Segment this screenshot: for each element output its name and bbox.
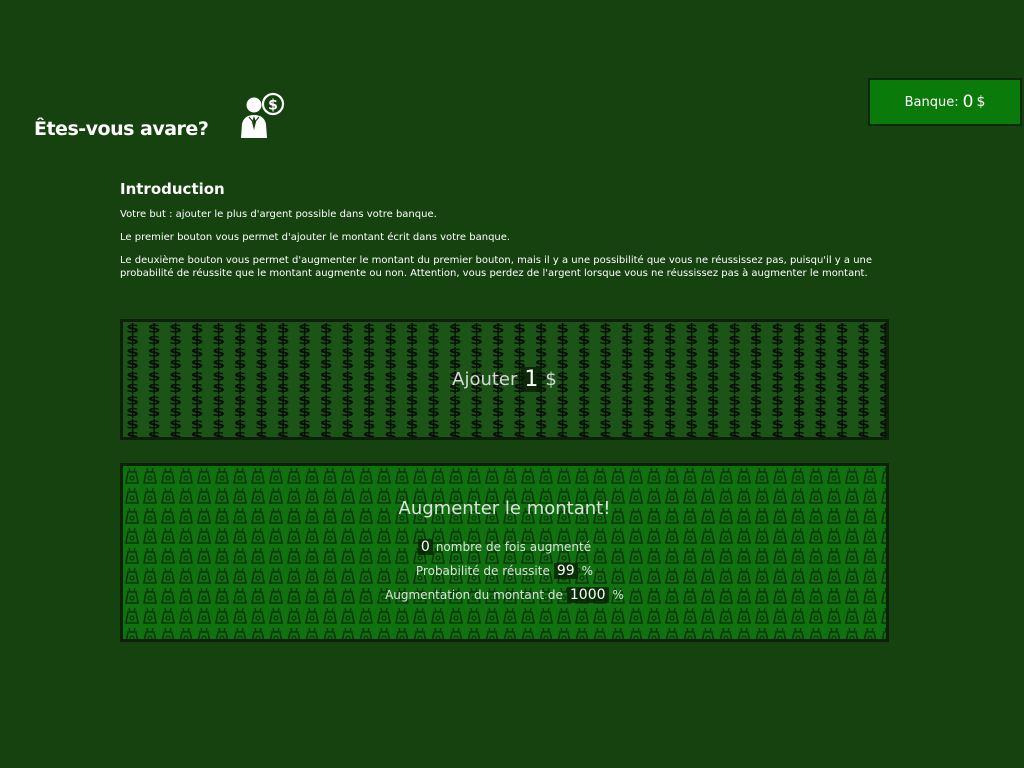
intro-heading: Introduction: [120, 180, 225, 198]
page: Banque: 0 $ Êtes-vous avare? $ Introduct…: [0, 0, 1024, 768]
success-probability-label: Probabilité de réussite: [415, 564, 550, 578]
add-money-prefix: Ajouter: [452, 369, 518, 390]
increase-amount-button[interactable]: Augmenter le montant! 0 nombre de fois a…: [120, 463, 889, 642]
add-money-amount: 1: [521, 367, 542, 392]
increase-percentage-suffix: %: [612, 588, 624, 602]
increase-percentage-value: 1000: [566, 587, 609, 603]
svg-text:$: $: [268, 98, 278, 114]
success-probability-value: 99: [553, 563, 578, 579]
add-money-label: Ajouter 1 $: [452, 367, 557, 392]
intro-section: Introduction Votre but : ajouter le plus…: [120, 180, 900, 290]
bank-label: Banque:: [904, 94, 959, 110]
success-probability-suffix: %: [581, 564, 594, 578]
person-dollar-icon: $: [241, 92, 285, 138]
times-increased-count: 0: [417, 539, 433, 555]
bank-display: Banque: 0 $: [868, 78, 1022, 126]
bank-amount: 0: [962, 92, 974, 112]
times-increased-label: nombre de fois augmenté: [435, 540, 592, 554]
add-money-currency: $: [545, 369, 557, 390]
times-increased-stat: 0 nombre de fois augmenté: [417, 539, 592, 555]
intro-paragraph-goal: Votre but : ajouter le plus d'argent pos…: [120, 209, 437, 220]
add-money-button[interactable]: Ajouter 1 $: [120, 319, 889, 440]
increase-percentage-stat: Augmentation du montant de 1000 %: [385, 587, 624, 603]
intro-paragraph-second-button: Le deuxième bouton vous permet d'augment…: [120, 255, 873, 279]
page-title: Êtes-vous avare?: [34, 118, 209, 140]
intro-paragraph-first-button: Le premier bouton vous permet d'ajouter …: [120, 232, 511, 243]
success-probability-stat: Probabilité de réussite 99 %: [416, 563, 593, 579]
increase-amount-title: Augmenter le montant!: [398, 498, 611, 519]
increase-percentage-label: Augmentation du montant de: [385, 588, 563, 602]
bank-currency: $: [976, 94, 986, 110]
